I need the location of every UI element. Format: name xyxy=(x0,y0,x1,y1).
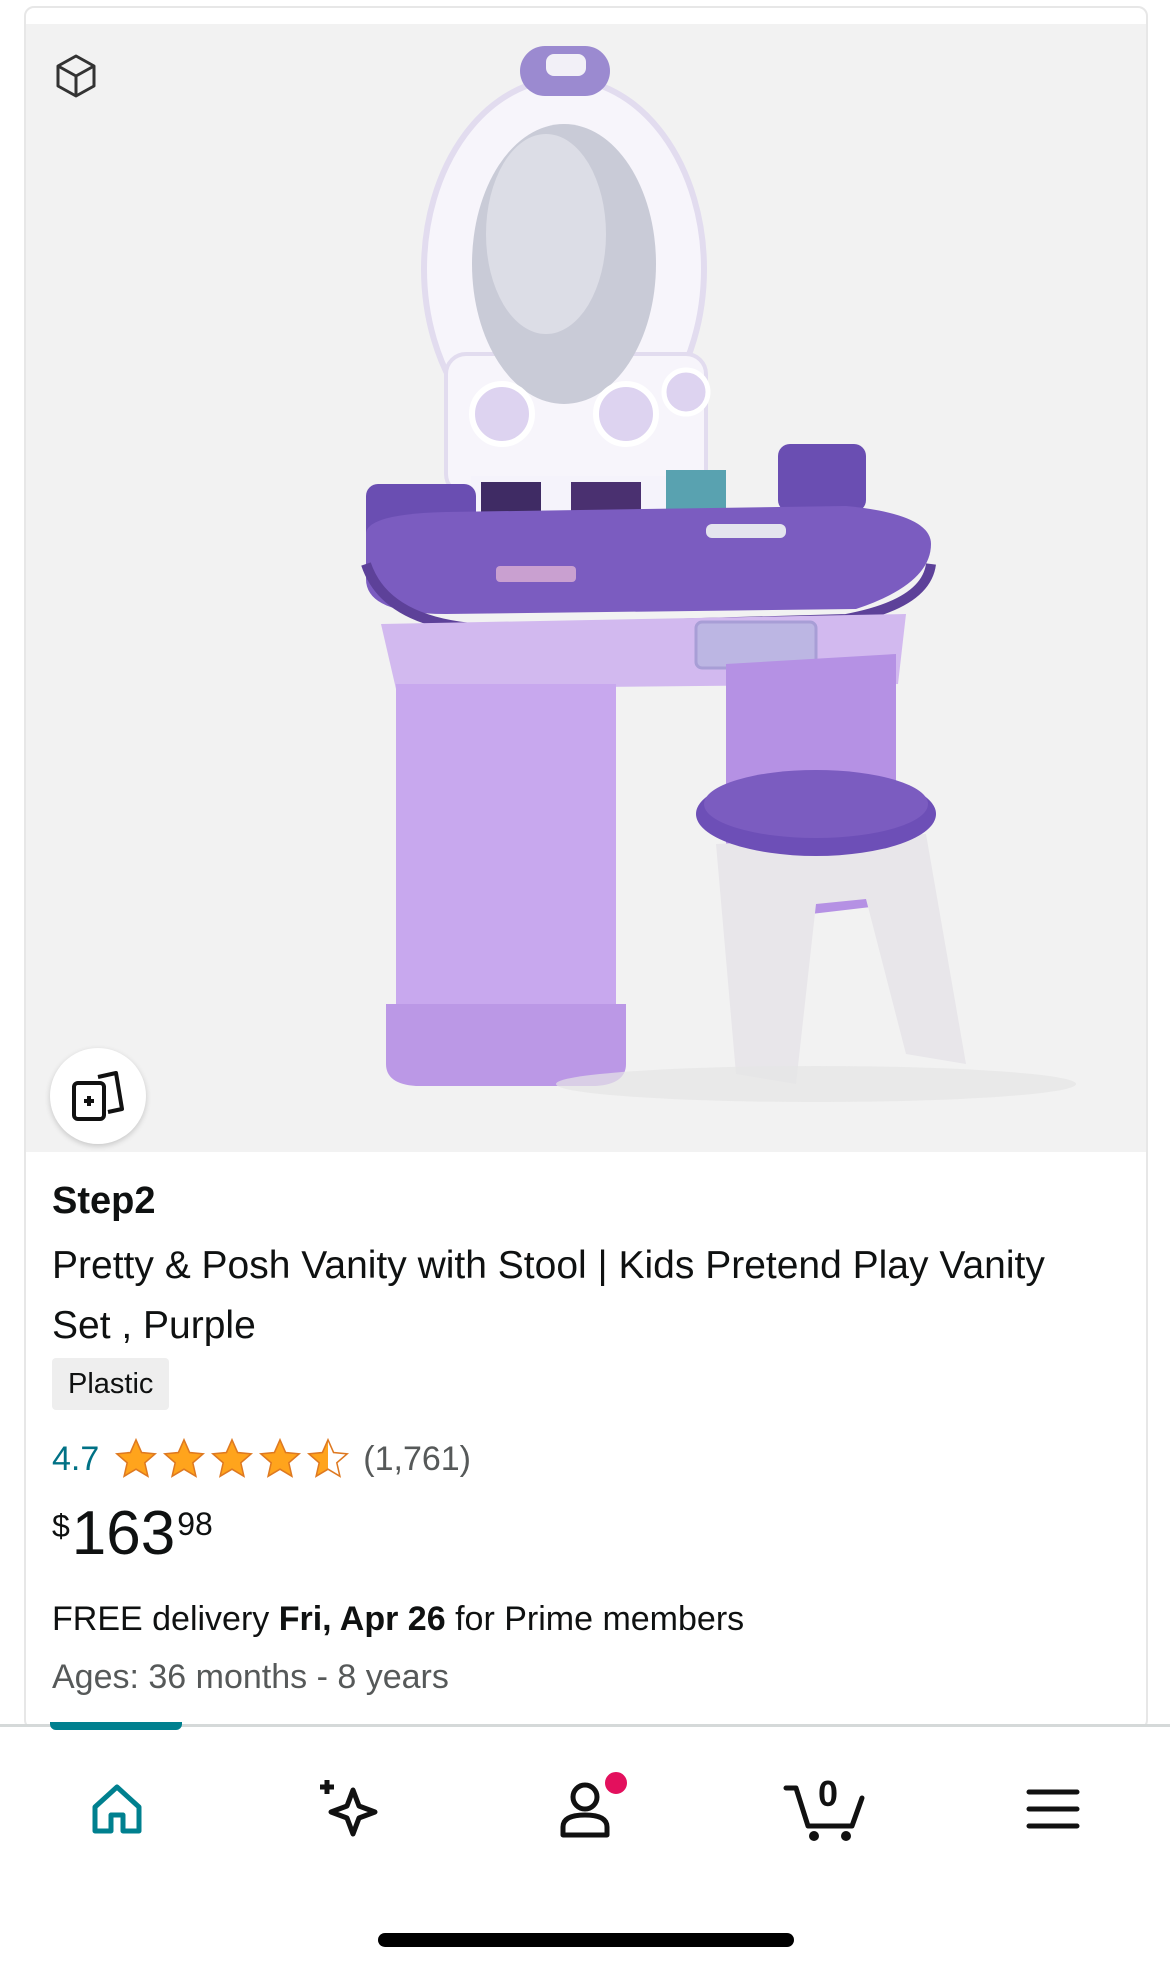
home-icon[interactable] xyxy=(72,1769,162,1849)
price: $ 163 98 xyxy=(52,1500,213,1580)
vanity-illustration xyxy=(361,46,1076,1102)
product-card[interactable]: Step2 Pretty & Posh Vanity with Stool | … xyxy=(24,6,1148,1730)
rating-value: 4.7 xyxy=(52,1439,100,1478)
star-half-icon xyxy=(307,1437,350,1478)
star-rating xyxy=(113,1436,353,1482)
cart-count: 0 xyxy=(818,1773,839,1814)
home-indicator xyxy=(378,1933,794,1947)
star-full-icon xyxy=(211,1437,254,1478)
delivery-prefix: FREE delivery xyxy=(52,1600,279,1638)
price-fraction: 98 xyxy=(177,1506,213,1542)
compare-cards-icon[interactable] xyxy=(50,1048,146,1144)
material-badge: Plastic xyxy=(52,1358,170,1410)
delivery-info: FREE delivery Fri, Apr 26 for Prime memb… xyxy=(52,1600,744,1639)
price-symbol: $ xyxy=(52,1508,70,1544)
product-image[interactable] xyxy=(26,24,1146,1152)
star-full-icon xyxy=(163,1437,206,1478)
sparkle-icon[interactable] xyxy=(305,1769,395,1849)
hamburger-icon[interactable] xyxy=(1008,1769,1098,1849)
person-icon[interactable] xyxy=(540,1769,630,1849)
rating-row[interactable]: 4.7 (1,761) xyxy=(52,1434,471,1484)
star-full-icon xyxy=(115,1437,158,1478)
active-tab-indicator xyxy=(50,1722,182,1730)
star-full-icon xyxy=(259,1437,302,1478)
cart-icon[interactable]: 0 xyxy=(772,1769,882,1849)
delivery-suffix: for Prime members xyxy=(445,1600,745,1638)
price-whole: 163 xyxy=(71,1499,176,1568)
delivery-date: Fri, Apr 26 xyxy=(278,1600,446,1638)
product-title[interactable]: Pretty & Posh Vanity with Stool | Kids P… xyxy=(52,1236,1092,1356)
notification-dot xyxy=(602,1769,630,1797)
brand-name[interactable]: Step2 xyxy=(52,1180,155,1223)
review-count[interactable]: (1,761) xyxy=(363,1440,471,1479)
bottom-nav: 0 xyxy=(0,1722,1170,1974)
cube-icon[interactable] xyxy=(52,52,100,100)
age-range: Ages: 36 months - 8 years xyxy=(52,1658,449,1696)
